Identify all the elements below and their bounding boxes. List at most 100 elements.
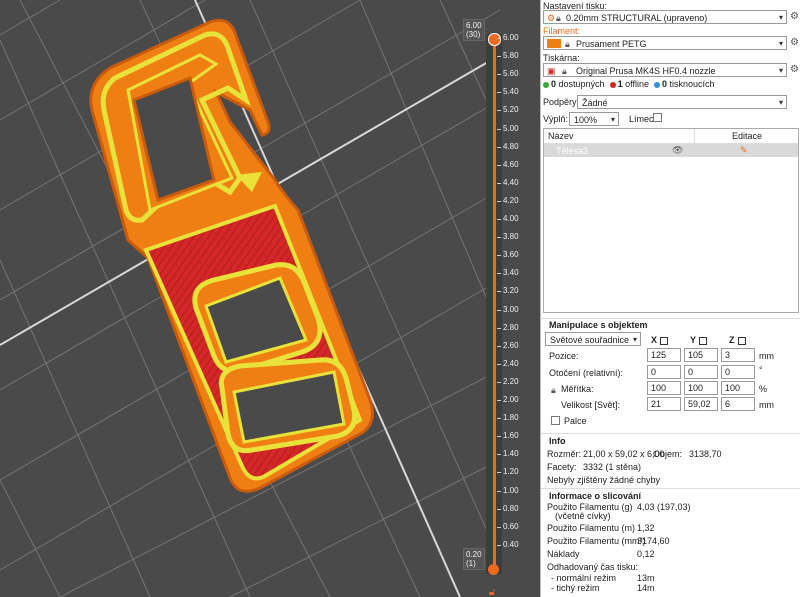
size-x-input[interactable]: 21 <box>647 397 681 411</box>
supports-combo[interactable]: Žádné ▾ <box>577 95 787 109</box>
slider-tick <box>497 327 501 329</box>
dimension-label: Rozměr: <box>547 449 582 459</box>
slider-tick-label: 3.60 <box>503 250 519 260</box>
slider-tick <box>497 291 501 293</box>
slider-tick-label: 4.20 <box>503 195 519 205</box>
size-label: Velikost [Svět]: <box>561 400 621 410</box>
slider-tick <box>497 490 501 492</box>
print-preview-scene[interactable] <box>0 0 540 597</box>
lock-icon: 🔒︎ <box>556 13 561 23</box>
rotation-x-input[interactable]: 0 <box>647 365 681 379</box>
gear-icon[interactable]: ⚙ <box>789 11 800 22</box>
lock-icon: 🔒︎ <box>565 39 570 49</box>
slider-tick-label: 5.20 <box>503 105 519 115</box>
position-unit: mm <box>759 351 774 361</box>
coordinates-combo[interactable]: Světové souřadnice ▾ <box>545 332 641 346</box>
scale-y-input[interactable]: 100 <box>684 381 718 395</box>
rotation-label: Otočení (relativní): <box>549 368 624 378</box>
position-y-input[interactable]: 105 <box>684 348 718 362</box>
normal-mode-value: 13m <box>637 573 655 583</box>
sidebar: Nastavení tisku: ⚙ 🔒︎ 0.20mm STRUCTURAL … <box>540 0 800 597</box>
inches-checkbox[interactable] <box>551 416 560 425</box>
position-z-input[interactable]: 3 <box>721 348 755 362</box>
slider-tick-label: 0.40 <box>503 539 519 549</box>
z-axis-label: Z <box>729 335 746 345</box>
info-title: Info <box>549 436 566 446</box>
slider-tick <box>497 400 501 401</box>
slider-tick <box>497 92 501 94</box>
slider-tick <box>497 309 501 311</box>
slider-tick <box>497 74 501 76</box>
z-axis-icon <box>737 336 746 345</box>
rotation-z-input[interactable]: 0 <box>721 365 755 379</box>
filament-combo[interactable]: 🔒︎ Prusament PETG ▾ <box>543 36 787 50</box>
slider-tick-label: 5.80 <box>503 51 519 61</box>
filament-g-value: 4,03 (197,03) <box>637 502 691 512</box>
slider-tick-label: 2.00 <box>503 395 519 404</box>
printer-status: 0 dostupných 1 offline 0 tisknoucích <box>543 79 715 89</box>
slider-tick <box>497 544 501 546</box>
3d-viewport[interactable]: 🔓︎ 6.00 (30) 0.20 (1) 6.00 5.80 5.60 5.40 5.20… <box>0 0 540 597</box>
slider-tick-label: 5.40 <box>503 87 519 97</box>
object-row[interactable]: Tělesa3 👁︎ ✎ <box>544 144 798 157</box>
edit-icon[interactable]: ✎ <box>740 145 748 156</box>
eye-icon[interactable]: 👁︎ <box>672 145 683 156</box>
facets-label: Facety: <box>547 462 577 472</box>
slider-tick-label: 4.40 <box>503 177 519 187</box>
slider-tick-label: 1.20 <box>503 467 519 477</box>
lock-icon[interactable]: 🔓︎ <box>489 587 495 597</box>
gear-icon[interactable]: ⚙ <box>789 37 800 48</box>
slider-tick-label: 2.80 <box>503 322 519 332</box>
slider-tick-label: 1.40 <box>503 449 519 459</box>
printer-label: Tiskárna: <box>543 53 580 63</box>
sliced-object[interactable] <box>89 18 374 493</box>
filament-mm3-label: Použito Filamentu (mm³) <box>547 536 646 546</box>
x-axis-icon <box>660 336 669 345</box>
slider-tick-label: 2.20 <box>503 376 519 386</box>
filament-mm3-value: 3174,60 <box>637 536 670 546</box>
column-name[interactable]: Název <box>548 131 574 141</box>
brim-checkbox[interactable] <box>653 113 662 122</box>
infill-label: Výplň: <box>543 114 569 124</box>
print-settings-combo[interactable]: ⚙ 🔒︎ 0.20mm STRUCTURAL (upraveno) ▾ <box>543 10 787 24</box>
lock-icon[interactable]: 🔒︎ <box>551 385 556 396</box>
slider-tick <box>497 237 501 239</box>
infill-combo[interactable]: 100% ▾ <box>569 112 619 126</box>
manipulation-title: Manipulace s objektem <box>549 320 648 330</box>
lock-icon: 🔒︎ <box>562 66 567 76</box>
gear-icon[interactable]: ⚙ <box>789 64 800 75</box>
slider-tick <box>497 454 501 456</box>
facets-value: 3332 (1 stěna) <box>583 462 642 472</box>
size-z-input[interactable]: 6 <box>721 397 755 411</box>
slider-tick-label: 3.80 <box>503 232 519 242</box>
slider-bottom-thumb[interactable] <box>488 564 499 575</box>
filament-color-swatch[interactable] <box>547 39 561 48</box>
slider-tick <box>497 363 501 365</box>
size-unit: mm <box>759 400 774 410</box>
print-time-label: Odhadovaný čas tisku: <box>547 562 639 572</box>
slider-tick-label: 1.60 <box>503 431 519 441</box>
y-axis-icon <box>699 336 708 345</box>
slider-top-thumb[interactable] <box>488 33 501 46</box>
position-x-input[interactable]: 125 <box>647 348 681 362</box>
scale-z-input[interactable]: 100 <box>721 381 755 395</box>
scale-x-input[interactable]: 100 <box>647 381 681 395</box>
printer-combo[interactable]: ▣ 🔒︎ Original Prusa MK4S HF0.4 nozzle ▾ <box>543 63 787 77</box>
size-y-input[interactable]: 59,02 <box>684 397 718 411</box>
object-name[interactable]: Tělesa3 <box>556 146 588 156</box>
x-axis-label: X <box>651 335 669 345</box>
printing-dot-icon <box>654 81 660 88</box>
slider-tick <box>497 200 501 202</box>
rotation-y-input[interactable]: 0 <box>684 365 718 379</box>
column-edit[interactable]: Editace <box>732 131 762 141</box>
slider-tick <box>497 219 501 220</box>
slider-tick-label: 3.40 <box>503 268 519 278</box>
object-list[interactable]: Název Editace Tělesa3 👁︎ ✎ <box>543 128 799 313</box>
available-dot-icon <box>543 81 549 88</box>
filament-m-label: Použito Filamentu (m) <box>547 523 636 533</box>
slider-tick <box>497 418 501 420</box>
slider-tick <box>497 472 501 474</box>
scale-label: Měřítka: <box>561 384 594 394</box>
slider-top-label: 6.00 (30) <box>463 19 485 41</box>
slider-tick-label: 1.00 <box>503 485 519 495</box>
